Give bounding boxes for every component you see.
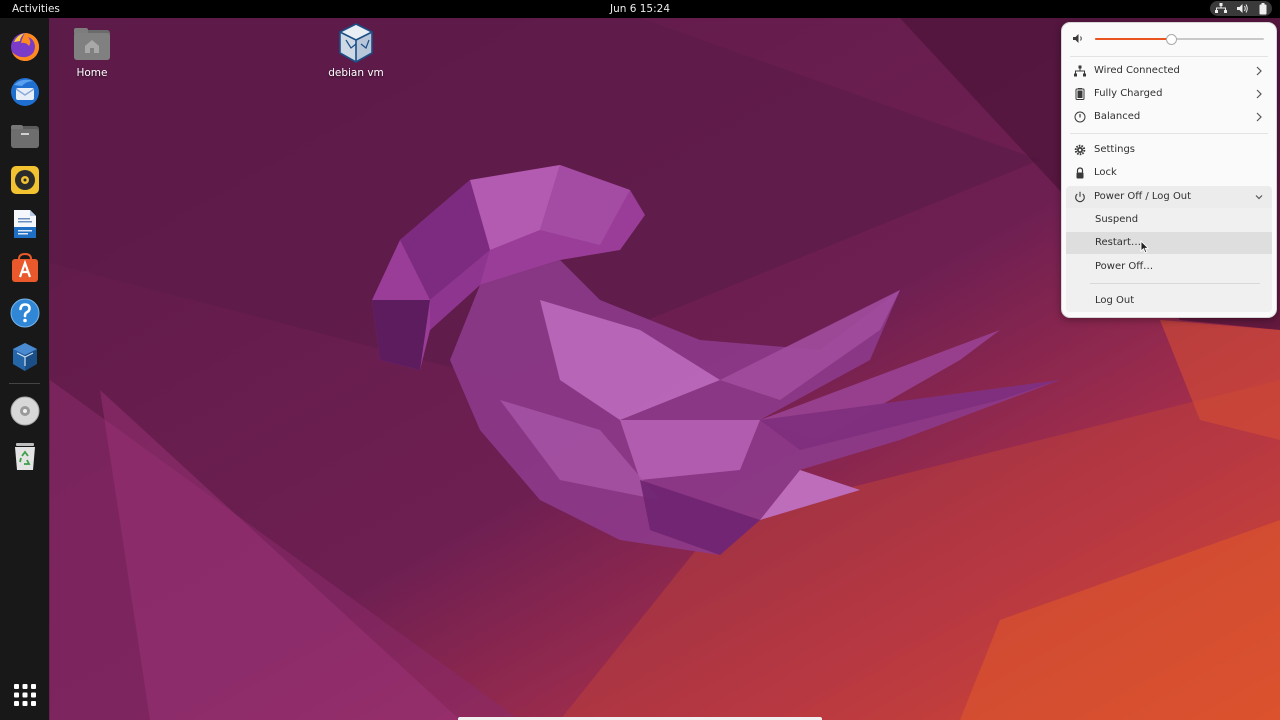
- menu-item-label: Balanced: [1094, 111, 1141, 122]
- menu-item-restart[interactable]: Restart…: [1066, 232, 1272, 254]
- speaker-icon: [1073, 34, 1082, 43]
- menu-separator: [1070, 56, 1268, 57]
- help-icon[interactable]: [8, 296, 42, 330]
- dock: [0, 18, 49, 720]
- menu-item-power-mode[interactable]: Balanced: [1066, 106, 1272, 128]
- menu-separator: [1070, 133, 1268, 134]
- libreoffice-writer-icon[interactable]: [8, 207, 42, 241]
- chevron-down-icon: [1255, 195, 1263, 200]
- menu-item-suspend[interactable]: Suspend: [1066, 209, 1272, 231]
- dock-separator: [9, 383, 40, 384]
- rhythmbox-icon[interactable]: [8, 163, 42, 197]
- volume-fill: [1095, 38, 1172, 40]
- desktop-icon-label: debian vm: [328, 67, 384, 79]
- menu-item-label: Restart…: [1095, 237, 1141, 248]
- desktop-icon-debian-vm[interactable]: debian vm: [316, 22, 396, 79]
- wired-network-icon: [1074, 65, 1086, 77]
- menu-item-lock[interactable]: Lock: [1066, 162, 1272, 184]
- menu-item-label: Log Out: [1095, 295, 1135, 306]
- menu-item-label: Power Off / Log Out: [1094, 191, 1192, 202]
- optical-disc-icon[interactable]: [8, 394, 42, 428]
- volume-icon: [1237, 4, 1248, 13]
- volume-slider[interactable]: [1095, 34, 1264, 45]
- menu-item-label: Settings: [1094, 144, 1136, 155]
- lock-icon: [1076, 167, 1084, 179]
- power-profile-icon: [1074, 111, 1086, 123]
- top-bar: Activities Jun 6 15:24: [0, 0, 1280, 18]
- battery-icon: [1075, 88, 1085, 100]
- menu-item-wired-connected[interactable]: Wired Connected: [1066, 60, 1272, 82]
- volume-row: [1062, 30, 1276, 48]
- app-center-icon[interactable]: [8, 251, 42, 285]
- firefox-icon[interactable]: [8, 30, 42, 64]
- menu-item-settings[interactable]: Settings: [1066, 139, 1272, 161]
- network-icon: [1215, 3, 1227, 13]
- menu-item-power-off[interactable]: Power Off…: [1066, 256, 1272, 278]
- menu-item-fully-charged[interactable]: Fully Charged: [1066, 83, 1272, 105]
- menu-item-label: Lock: [1094, 167, 1117, 178]
- menu-separator: [1090, 283, 1260, 284]
- system-tray[interactable]: [1210, 1, 1272, 16]
- files-icon[interactable]: [8, 119, 42, 153]
- clock[interactable]: Jun 6 15:24: [0, 3, 1280, 15]
- power-icon: [1075, 191, 1085, 203]
- desktop-icon-home[interactable]: Home: [52, 24, 132, 79]
- menu-item-power-off-log-out[interactable]: Power Off / Log Out: [1066, 186, 1272, 208]
- show-apps-icon[interactable]: [12, 682, 38, 708]
- menu-item-log-out[interactable]: Log Out: [1066, 290, 1272, 312]
- home-folder-icon: [74, 28, 110, 60]
- volume-slider-handle[interactable]: [1166, 34, 1178, 45]
- menu-item-label: Power Off…: [1095, 261, 1154, 272]
- chevron-right-icon: [1256, 89, 1262, 99]
- trash-icon[interactable]: [8, 439, 42, 473]
- menu-item-label: Suspend: [1095, 214, 1139, 225]
- thunderbird-icon[interactable]: [8, 75, 42, 109]
- chevron-right-icon: [1256, 66, 1262, 76]
- system-menu: Wired Connected Fully Charged Balanced S…: [1061, 22, 1277, 318]
- virtualbox-icon[interactable]: [8, 340, 42, 374]
- battery-icon: [1259, 2, 1267, 14]
- menu-item-label: Wired Connected: [1094, 65, 1180, 76]
- mouse-pointer-icon: [1140, 240, 1149, 254]
- chevron-right-icon: [1256, 112, 1262, 122]
- gear-icon: [1074, 144, 1086, 156]
- virtualbox-vm-icon: [339, 23, 373, 63]
- desktop-icon-label: Home: [76, 67, 108, 79]
- menu-item-label: Fully Charged: [1094, 88, 1163, 99]
